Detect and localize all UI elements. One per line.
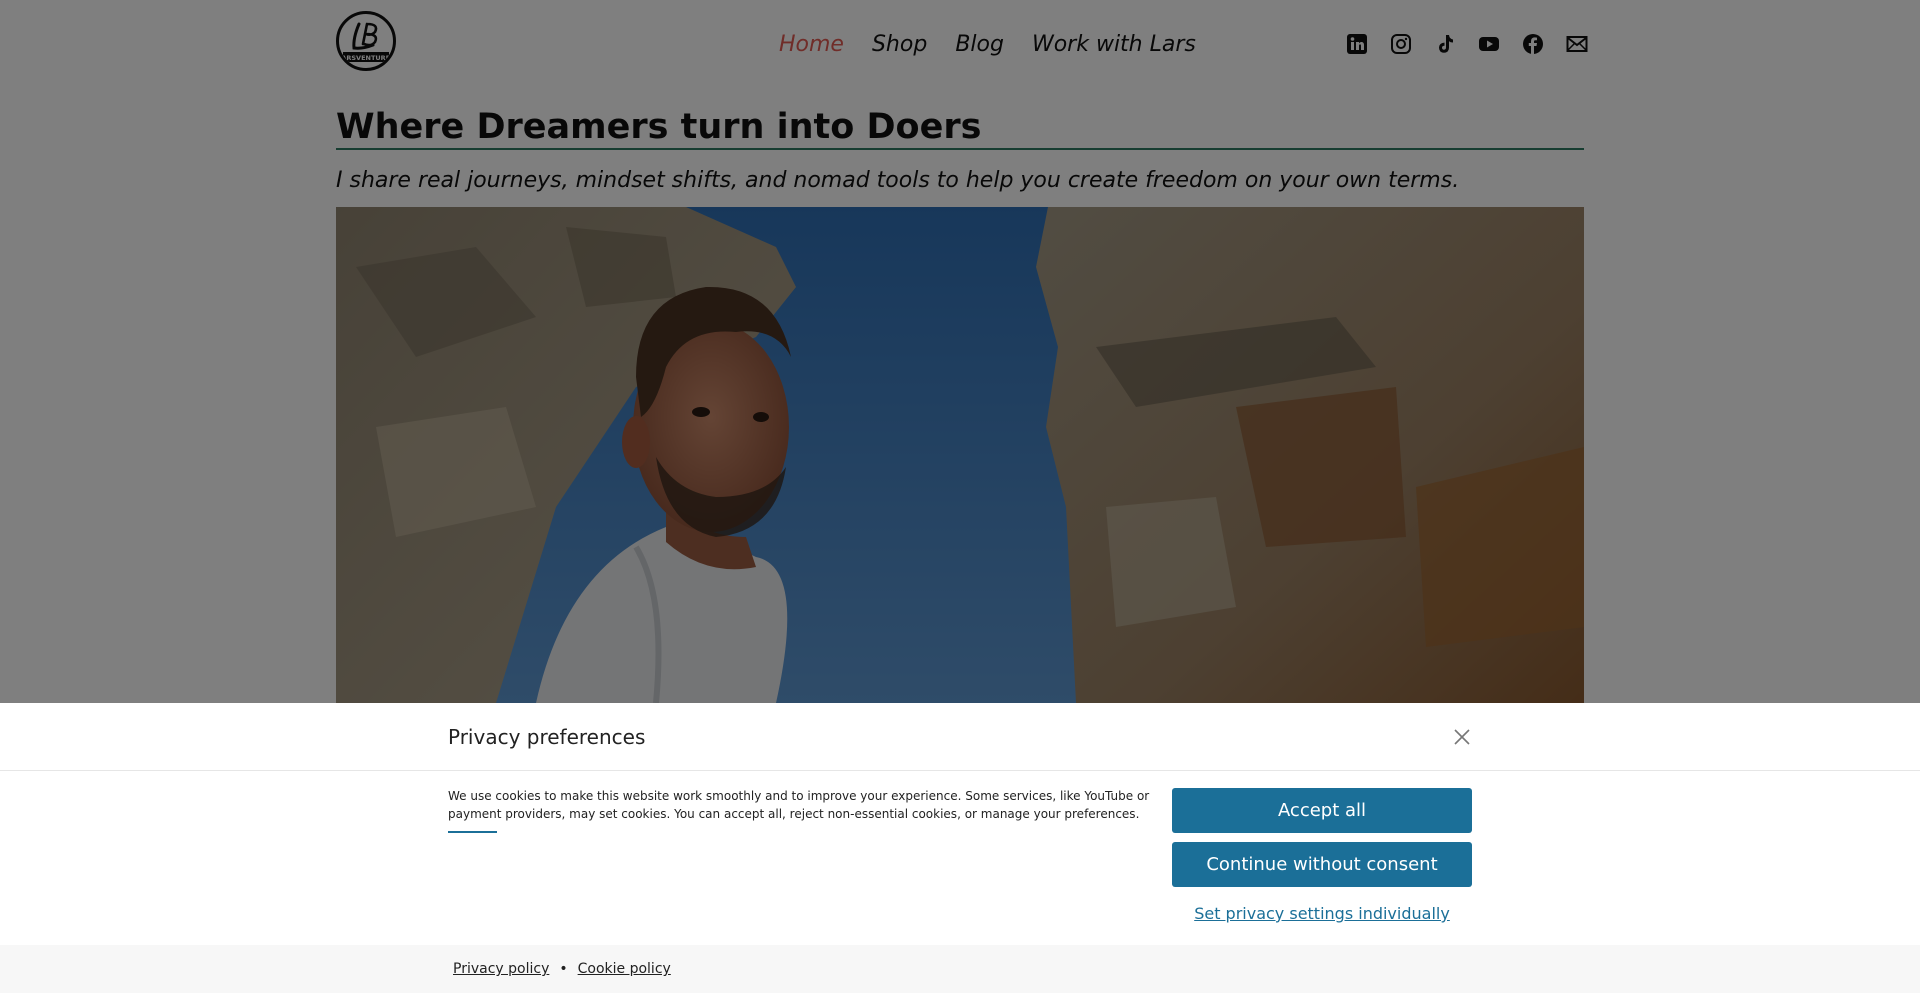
- privacy-banner-body: We use cookies to make this website work…: [448, 787, 1158, 833]
- privacy-policy-link[interactable]: Privacy policy: [453, 959, 549, 979]
- privacy-banner-header: Privacy preferences: [0, 703, 1920, 771]
- privacy-banner-footer: Privacy policy • Cookie policy: [0, 945, 1920, 993]
- privacy-settings-link[interactable]: Set privacy settings individually: [1172, 903, 1472, 925]
- close-icon[interactable]: [1452, 727, 1472, 747]
- page: LARSVENTURES Home Shop Blog Work with La…: [0, 0, 1920, 993]
- focus-underline: [448, 831, 497, 833]
- accept-all-button[interactable]: Accept all: [1172, 788, 1472, 833]
- privacy-banner: Privacy preferences We use cookies to ma…: [0, 703, 1920, 993]
- privacy-banner-title: Privacy preferences: [448, 725, 646, 749]
- footer-separator: •: [559, 961, 568, 977]
- continue-without-consent-button[interactable]: Continue without consent: [1172, 842, 1472, 887]
- privacy-banner-text: We use cookies to make this website work…: [448, 789, 1150, 821]
- cookie-policy-link[interactable]: Cookie policy: [578, 959, 671, 979]
